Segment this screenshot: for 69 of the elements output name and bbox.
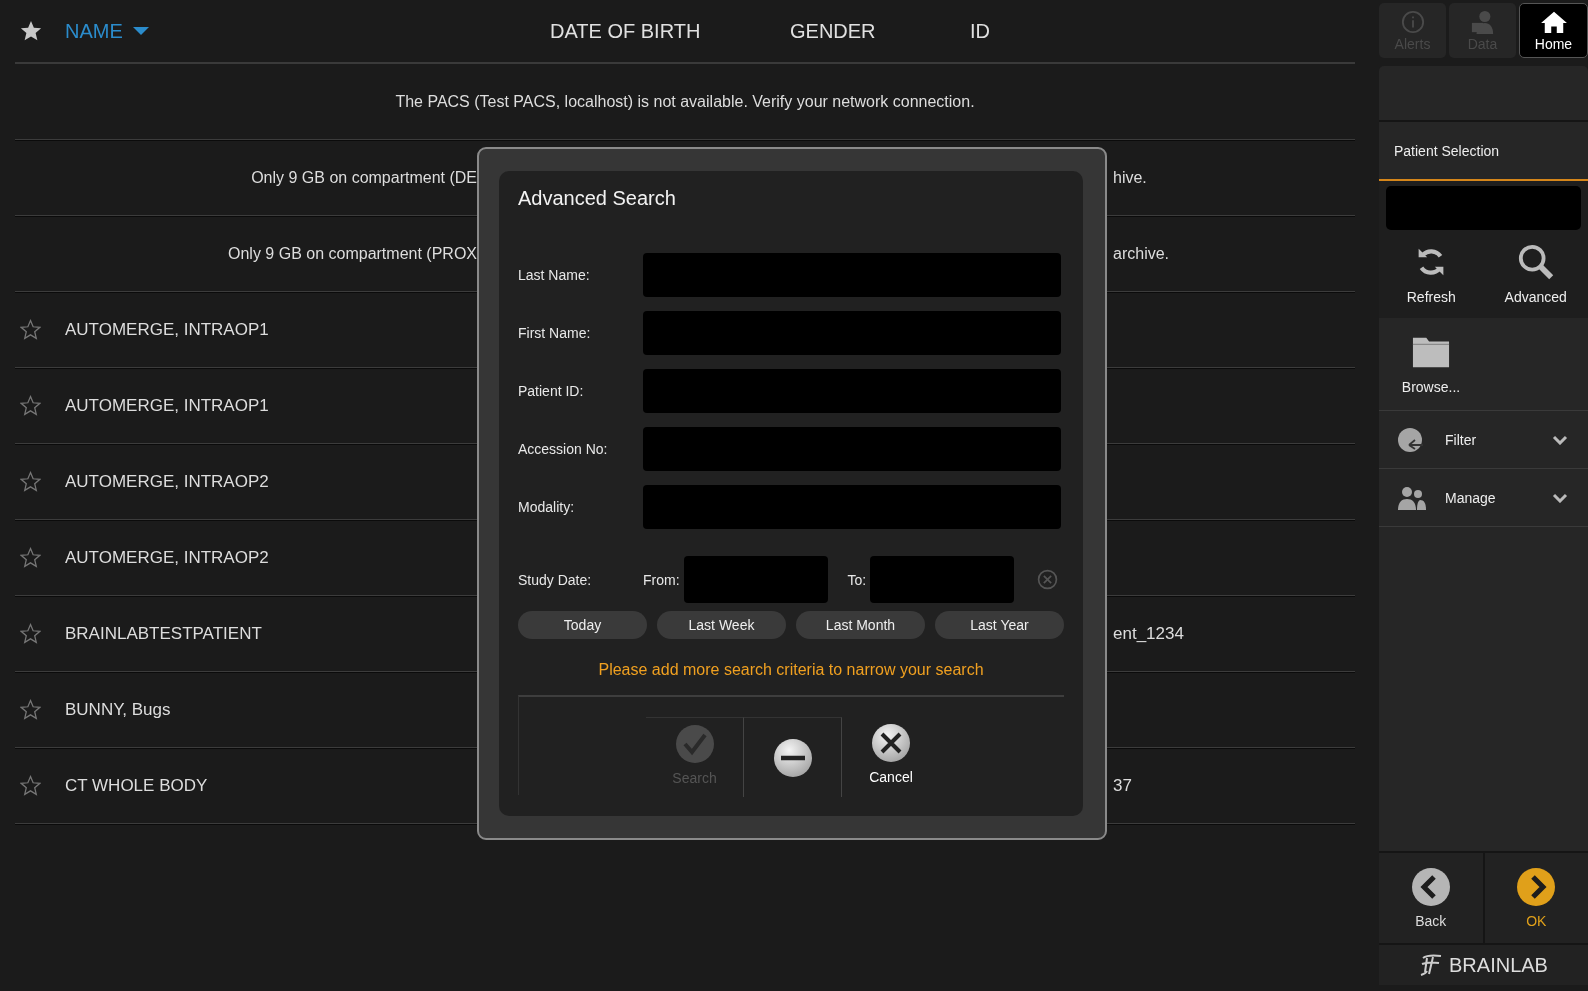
check-icon xyxy=(674,724,715,764)
column-header[interactable]: NAME xyxy=(65,19,123,43)
chevron-icon xyxy=(1552,492,1568,503)
close-icon xyxy=(871,723,911,763)
patient-name[interactable]: AUTOMERGE, INTRAOP2 xyxy=(65,547,269,568)
star-icon[interactable] xyxy=(20,547,41,568)
patient-name[interactable]: AUTOMERGE, INTRAOP1 xyxy=(65,395,269,416)
logo-icon xyxy=(1419,954,1444,976)
cancel-button[interactable]: Cancel xyxy=(842,717,940,797)
preset-button[interactable]: Last Year xyxy=(935,611,1064,639)
manage-section[interactable]: Manage xyxy=(1379,469,1588,527)
star-icon[interactable] xyxy=(20,20,42,42)
field-label: Accession No: xyxy=(518,441,609,457)
patient-id: 37 xyxy=(1113,775,1133,796)
status-message: The PACS (Test PACS, localhost) is not available. Verify your network connection. xyxy=(395,92,975,111)
field-label: To: xyxy=(847,571,867,588)
column-header[interactable]: ID xyxy=(970,19,990,43)
column-header[interactable]: GENDER xyxy=(790,19,876,43)
ok-button[interactable]: OK xyxy=(1484,853,1588,943)
column-header[interactable]: DATE OF BIRTH xyxy=(550,19,701,43)
preset-button[interactable]: Today xyxy=(518,611,647,639)
input-field[interactable] xyxy=(643,485,1061,529)
search-icon xyxy=(1516,243,1555,281)
patient-id: ent_1234 xyxy=(1113,623,1185,644)
preset-button[interactable]: Last Month xyxy=(796,611,925,639)
field-label: Modality: xyxy=(518,499,576,515)
status-message: Only 9 GB on compartment (DE xyxy=(251,168,477,187)
status-message: Only 9 GB on compartment (PROX xyxy=(228,244,477,263)
star-icon[interactable] xyxy=(20,471,41,492)
search-button[interactable]: Advanced xyxy=(1483,230,1588,318)
input-field[interactable] xyxy=(643,427,1061,471)
status-message: hive. xyxy=(1113,168,1148,187)
minus-icon xyxy=(772,737,813,778)
search-field[interactable] xyxy=(1386,186,1581,230)
patient-name[interactable]: BRAINLABTESTPATIENT xyxy=(65,623,262,644)
input-field[interactable] xyxy=(643,369,1061,413)
home-tab[interactable]: Home xyxy=(1519,3,1588,58)
patient-name[interactable]: BUNNY, Bugs xyxy=(65,699,171,720)
home-icon xyxy=(1539,9,1568,34)
refresh-button[interactable]: Refresh xyxy=(1379,230,1484,318)
chevron-icon xyxy=(1552,434,1568,445)
people-icon xyxy=(1397,484,1427,511)
patient-name[interactable]: AUTOMERGE, INTRAOP1 xyxy=(65,319,269,340)
clear-button[interactable] xyxy=(744,717,842,797)
patient-name[interactable]: CT WHOLE BODY xyxy=(65,775,208,796)
field-label: First Name: xyxy=(518,325,592,341)
clear-icon[interactable] xyxy=(1037,569,1059,590)
patient-name[interactable]: AUTOMERGE, INTRAOP2 xyxy=(65,471,269,492)
dialog-title: Advanced Search xyxy=(518,187,677,211)
field-label: Study Date: xyxy=(518,571,593,588)
status-message: archive. xyxy=(1113,244,1171,263)
section-header: Patient Selection xyxy=(1379,122,1588,181)
star-icon[interactable] xyxy=(20,623,41,644)
field-label: Patient ID: xyxy=(518,383,585,399)
date-field[interactable] xyxy=(683,556,828,603)
input-field[interactable] xyxy=(643,253,1061,297)
star-icon[interactable] xyxy=(20,395,41,416)
filter-section[interactable]: Filter xyxy=(1379,411,1588,469)
star-icon[interactable] xyxy=(20,775,41,796)
field-label: From: xyxy=(643,571,680,588)
preset-button[interactable]: Last Week xyxy=(657,611,786,639)
brand-name: BRAINLAB xyxy=(1449,953,1548,977)
star-icon[interactable] xyxy=(20,319,41,340)
field-label: Last Name: xyxy=(518,267,591,283)
star-icon[interactable] xyxy=(20,699,41,720)
warning-message: Please add more search criteria to narrow your search xyxy=(597,661,985,679)
input-field[interactable] xyxy=(643,311,1061,355)
date-field[interactable] xyxy=(870,556,1015,603)
sort-caret-icon xyxy=(132,27,149,35)
